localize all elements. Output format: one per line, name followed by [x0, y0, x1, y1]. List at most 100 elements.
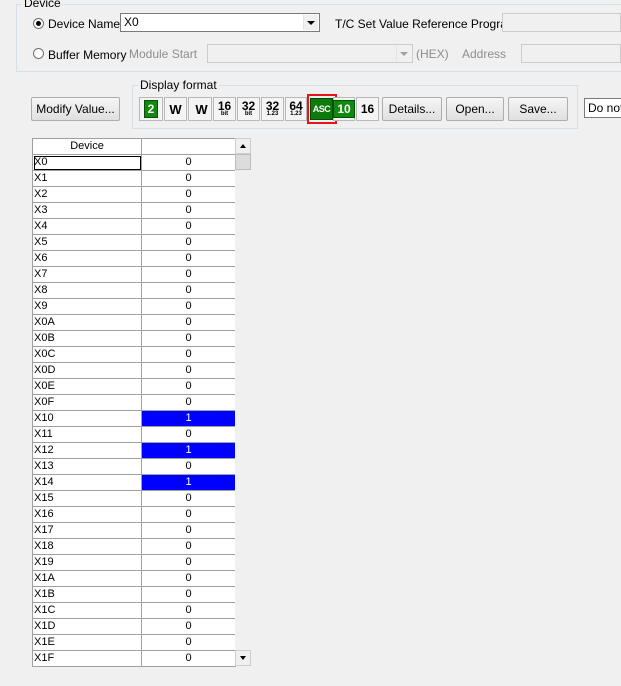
table-row[interactable]: X6 0	[32, 250, 236, 267]
format-16bit-button[interactable]: 16 bit	[213, 97, 236, 121]
format-hex-button[interactable]: 16	[356, 97, 379, 121]
value-cell[interactable]: 0	[141, 506, 236, 523]
device-cell[interactable]: X5	[32, 234, 142, 251]
table-row[interactable]: X11 0	[32, 426, 236, 443]
device-cell[interactable]: X16	[32, 506, 142, 523]
table-row[interactable]: X0C 0	[32, 346, 236, 363]
table-row[interactable]: X1A 0	[32, 570, 236, 587]
table-row[interactable]: X2 0	[32, 186, 236, 203]
format-ascii-button[interactable]: ASC	[310, 98, 333, 120]
value-cell[interactable]: 0	[141, 586, 236, 603]
device-cell[interactable]: X0C	[32, 346, 142, 363]
device-cell[interactable]: X1A	[32, 570, 142, 587]
table-row[interactable]: X0 0	[32, 154, 236, 171]
value-cell[interactable]: 0	[141, 298, 236, 315]
details-button[interactable]: Details...	[382, 97, 442, 121]
device-cell[interactable]: X0	[32, 154, 142, 171]
device-cell[interactable]: X15	[32, 490, 142, 507]
buffer-memory-radio[interactable]	[33, 48, 44, 59]
device-cell[interactable]: X1	[32, 170, 142, 187]
value-cell[interactable]: 0	[141, 266, 236, 283]
value-cell[interactable]: 1	[141, 474, 236, 491]
value-cell[interactable]: 0	[141, 458, 236, 475]
device-name-dropdown-button[interactable]	[303, 15, 318, 30]
device-cell[interactable]: X11	[32, 426, 142, 443]
value-cell[interactable]: 0	[141, 154, 236, 171]
device-cell[interactable]: X7	[32, 266, 142, 283]
device-cell[interactable]: X19	[32, 554, 142, 571]
module-start-combobox[interactable]	[207, 44, 413, 63]
address-input[interactable]	[521, 44, 621, 63]
device-cell[interactable]: X1E	[32, 634, 142, 651]
device-cell[interactable]: X0D	[32, 362, 142, 379]
format-32bit-button[interactable]: 32 bit	[237, 97, 260, 121]
table-row[interactable]: X0E 0	[32, 378, 236, 395]
open-button[interactable]: Open...	[446, 97, 504, 121]
table-row[interactable]: X13 0	[32, 458, 236, 475]
value-cell[interactable]: 1	[141, 410, 236, 427]
value-cell[interactable]: 0	[141, 522, 236, 539]
value-cell[interactable]: 1	[141, 442, 236, 459]
value-cell[interactable]: 0	[141, 282, 236, 299]
device-cell[interactable]: X14	[32, 474, 142, 491]
do-not-combobox[interactable]: Do not	[584, 98, 621, 118]
table-row[interactable]: X1B 0	[32, 586, 236, 603]
device-cell[interactable]: X18	[32, 538, 142, 555]
module-start-dropdown-button[interactable]	[396, 46, 411, 61]
value-cell[interactable]: 0	[141, 202, 236, 219]
table-row[interactable]: X0D 0	[32, 362, 236, 379]
value-cell[interactable]: 0	[141, 426, 236, 443]
value-cell[interactable]: 0	[141, 490, 236, 507]
table-row[interactable]: X18 0	[32, 538, 236, 555]
table-row[interactable]: X0B 0	[32, 330, 236, 347]
value-cell[interactable]: 0	[141, 618, 236, 635]
device-cell[interactable]: X1F	[32, 650, 142, 667]
table-row[interactable]: X0F 0	[32, 394, 236, 411]
device-cell[interactable]: X6	[32, 250, 142, 267]
device-cell[interactable]: X8	[32, 282, 142, 299]
table-row[interactable]: X4 0	[32, 218, 236, 235]
value-cell[interactable]: 0	[141, 538, 236, 555]
value-cell[interactable]: 0	[141, 362, 236, 379]
format-word-button[interactable]: W	[164, 97, 187, 121]
format-decimal-button[interactable]: 10	[333, 97, 355, 121]
table-row[interactable]: X10 1	[32, 410, 236, 427]
device-cell[interactable]: X1C	[32, 602, 142, 619]
device-cell[interactable]: X12	[32, 442, 142, 459]
value-cell[interactable]: 0	[141, 234, 236, 251]
value-cell[interactable]: 0	[141, 250, 236, 267]
value-cell[interactable]: 0	[141, 314, 236, 331]
device-cell[interactable]: X10	[32, 410, 142, 427]
device-name-combobox[interactable]: X0	[120, 13, 320, 32]
device-cell[interactable]: X13	[32, 458, 142, 475]
device-cell[interactable]: X0F	[32, 394, 142, 411]
value-cell[interactable]: 0	[141, 346, 236, 363]
table-row[interactable]: X19 0	[32, 554, 236, 571]
value-cell[interactable]: 0	[141, 570, 236, 587]
value-cell[interactable]: 0	[141, 650, 236, 667]
table-row[interactable]: X7 0	[32, 266, 236, 283]
format-dword-button[interactable]: W	[188, 97, 212, 121]
device-cell[interactable]: X0A	[32, 314, 142, 331]
value-cell[interactable]: 0	[141, 634, 236, 651]
format-binary-button[interactable]: 2	[139, 97, 163, 121]
table-row[interactable]: X5 0	[32, 234, 236, 251]
device-name-radio[interactable]	[33, 18, 44, 29]
table-row[interactable]: X1D 0	[32, 618, 236, 635]
value-cell[interactable]: 0	[141, 602, 236, 619]
vertical-scrollbar[interactable]	[235, 138, 251, 666]
device-cell[interactable]: X0E	[32, 378, 142, 395]
table-row[interactable]: X1E 0	[32, 634, 236, 651]
scroll-down-button[interactable]	[235, 650, 251, 666]
table-row[interactable]: X1 0	[32, 170, 236, 187]
value-cell[interactable]: 0	[141, 330, 236, 347]
device-cell[interactable]: X3	[32, 202, 142, 219]
table-row[interactable]: X17 0	[32, 522, 236, 539]
table-row[interactable]: X15 0	[32, 490, 236, 507]
modify-value-button[interactable]: Modify Value...	[31, 97, 120, 121]
table-row[interactable]: X3 0	[32, 202, 236, 219]
tc-reference-input[interactable]	[502, 13, 621, 32]
value-cell[interactable]: 0	[141, 554, 236, 571]
table-row[interactable]: X14 1	[32, 474, 236, 491]
table-row[interactable]: X1C 0	[32, 602, 236, 619]
